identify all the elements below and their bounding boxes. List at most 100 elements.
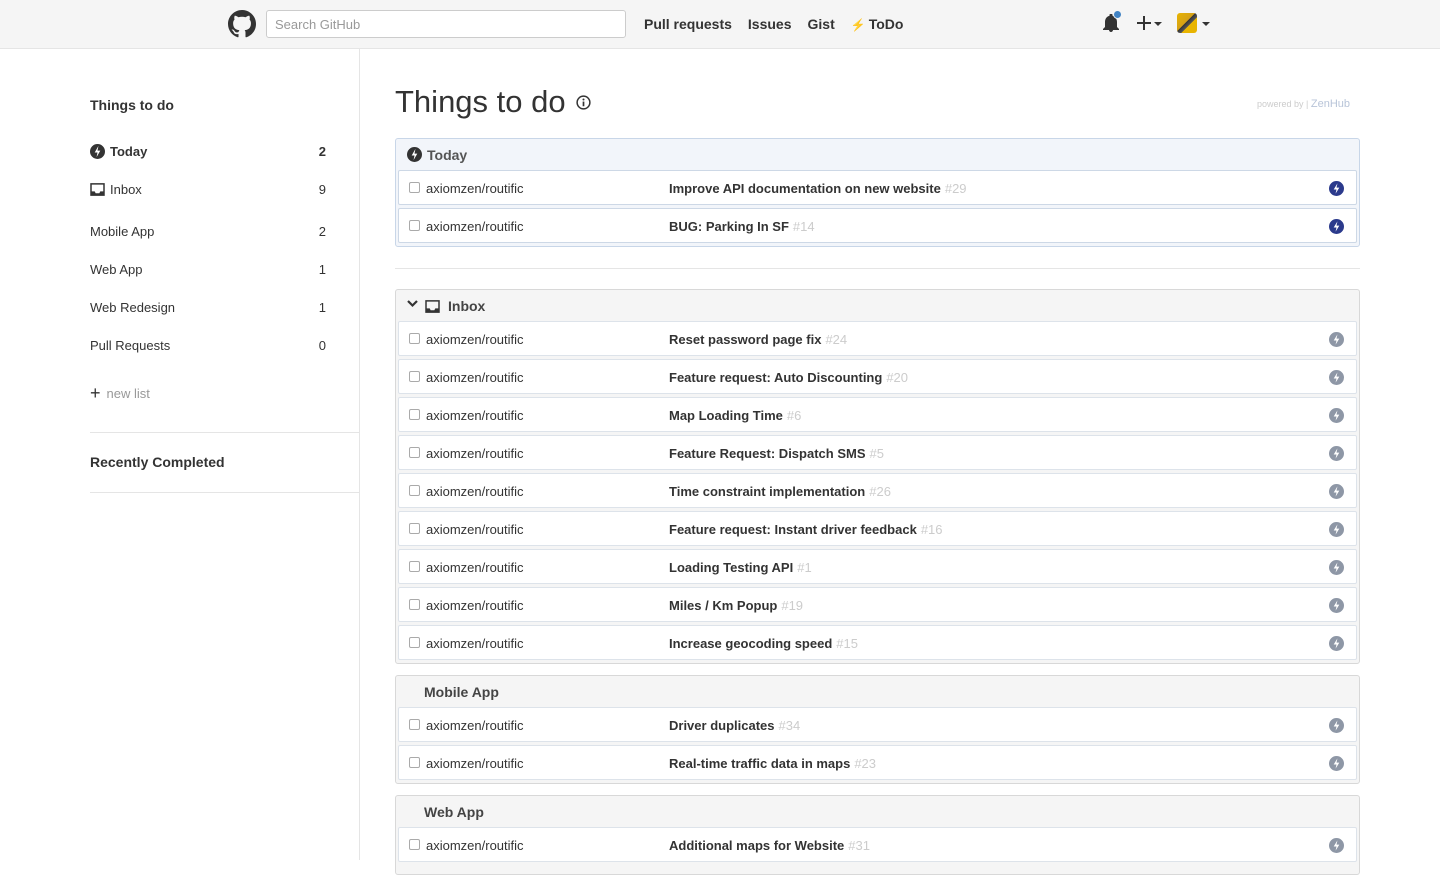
issue-title[interactable]: Map Loading Time #6: [669, 408, 801, 423]
issue-number: #23: [854, 756, 877, 771]
issue-repo[interactable]: axiomzen/routific: [426, 332, 524, 347]
schedule-today-icon[interactable]: [1329, 370, 1344, 385]
issue-title-text: Driver duplicates: [669, 718, 775, 733]
notifications-bell-icon[interactable]: [1103, 10, 1122, 34]
page-title: Things to do: [395, 84, 591, 120]
issue-checkbox[interactable]: [409, 447, 420, 458]
issue-title[interactable]: Time constraint implementation #26: [669, 484, 891, 499]
issue-title[interactable]: Feature request: Instant driver feedback…: [669, 522, 943, 537]
group-header: Web App: [396, 796, 1359, 827]
issue-repo[interactable]: axiomzen/routific: [426, 838, 524, 853]
schedule-today-icon[interactable]: [1329, 408, 1344, 423]
nav-gist[interactable]: Gist: [808, 15, 835, 34]
sidebar-item-mobile-app[interactable]: Mobile App 2: [90, 220, 326, 242]
plus-icon: +: [90, 383, 101, 403]
issue-row[interactable]: axiomzen/routific Feature request: Instan…: [398, 511, 1357, 546]
issue-checkbox[interactable]: [409, 719, 420, 730]
schedule-today-icon[interactable]: [1329, 446, 1344, 461]
sidebar-item-web-redesign[interactable]: Web Redesign 1: [90, 296, 326, 318]
issue-row[interactable]: axiomzen/routific Miles / Km Popup #19: [398, 587, 1357, 622]
issue-row[interactable]: axiomzen/routific BUG: Parking In SF #14: [398, 208, 1357, 243]
sidebar-item-inbox[interactable]: Inbox 9: [90, 178, 326, 200]
sidebar-item-label: Pull Requests: [90, 337, 171, 353]
schedule-today-icon[interactable]: [1329, 332, 1344, 347]
search-input[interactable]: [266, 10, 626, 38]
issue-repo[interactable]: axiomzen/routific: [426, 408, 524, 423]
schedule-today-icon[interactable]: [1329, 560, 1344, 575]
issue-row[interactable]: axiomzen/routific Improve API documentati…: [398, 170, 1357, 205]
issue-row[interactable]: axiomzen/routific Loading Testing API #1: [398, 549, 1357, 584]
issue-checkbox[interactable]: [409, 220, 420, 231]
issue-title[interactable]: Feature request: Auto Discounting #20: [669, 370, 908, 385]
issue-title[interactable]: BUG: Parking In SF #14: [669, 219, 815, 234]
issue-row[interactable]: axiomzen/routific Map Loading Time #6: [398, 397, 1357, 432]
sidebar-item-pull-requests[interactable]: Pull Requests 0: [90, 334, 326, 356]
issue-row[interactable]: axiomzen/routific Increase geocoding spee…: [398, 625, 1357, 660]
new-list-button[interactable]: + new list: [90, 383, 150, 403]
issue-title[interactable]: Driver duplicates #34: [669, 718, 800, 733]
issue-repo[interactable]: axiomzen/routific: [426, 598, 524, 613]
issue-checkbox[interactable]: [409, 637, 420, 648]
chevron-down-icon[interactable]: [407, 300, 418, 308]
issue-checkbox[interactable]: [409, 409, 420, 420]
sidebar-item-label: Web Redesign: [90, 299, 176, 315]
issue-repo[interactable]: axiomzen/routific: [426, 636, 524, 651]
issue-title[interactable]: Reset password page fix #24: [669, 332, 847, 347]
issue-title[interactable]: Real-time traffic data in maps #23: [669, 756, 876, 771]
issue-repo[interactable]: axiomzen/routific: [426, 756, 524, 771]
info-icon[interactable]: [575, 94, 591, 110]
sidebar-item-today[interactable]: Today 2: [90, 140, 326, 162]
issue-title[interactable]: Miles / Km Popup #19: [669, 598, 803, 613]
issue-repo[interactable]: axiomzen/routific: [426, 181, 524, 196]
today-icon: [90, 143, 105, 159]
schedule-today-icon[interactable]: [1329, 522, 1344, 537]
recently-completed-link[interactable]: Recently Completed: [90, 454, 225, 470]
issue-checkbox[interactable]: [409, 333, 420, 344]
issue-checkbox[interactable]: [409, 485, 420, 496]
issue-title[interactable]: Improve API documentation on new website…: [669, 181, 967, 196]
issue-title[interactable]: Loading Testing API #1: [669, 560, 812, 575]
nav-pull-requests[interactable]: Pull requests: [644, 15, 732, 34]
issue-row[interactable]: axiomzen/routific Real-time traffic data …: [398, 745, 1357, 780]
schedule-today-icon[interactable]: [1329, 219, 1344, 234]
issue-title[interactable]: Feature Request: Dispatch SMS #5: [669, 446, 884, 461]
schedule-today-icon[interactable]: [1329, 718, 1344, 733]
issue-checkbox[interactable]: [409, 182, 420, 193]
schedule-today-icon[interactable]: [1329, 598, 1344, 613]
schedule-today-icon[interactable]: [1329, 636, 1344, 651]
issue-checkbox[interactable]: [409, 371, 420, 382]
sidebar-item-web-app[interactable]: Web App 1: [90, 258, 326, 280]
issue-row[interactable]: axiomzen/routific Feature Request: Dispat…: [398, 435, 1357, 470]
schedule-today-icon[interactable]: [1329, 756, 1344, 771]
issue-row[interactable]: axiomzen/routific Reset password page fix…: [398, 321, 1357, 356]
issue-repo[interactable]: axiomzen/routific: [426, 484, 524, 499]
schedule-today-icon[interactable]: [1329, 181, 1344, 196]
issue-repo[interactable]: axiomzen/routific: [426, 718, 524, 733]
schedule-today-icon[interactable]: [1329, 484, 1344, 499]
issue-title[interactable]: Additional maps for Website #31: [669, 838, 870, 853]
user-avatar[interactable]: [1177, 13, 1197, 33]
github-logo-icon[interactable]: [228, 10, 256, 38]
issue-repo[interactable]: axiomzen/routific: [426, 522, 524, 537]
create-new-menu[interactable]: [1136, 12, 1162, 34]
issue-row[interactable]: axiomzen/routific Additional maps for Web…: [398, 827, 1357, 862]
page-title-text: Things to do: [395, 84, 566, 119]
issue-row[interactable]: axiomzen/routific Driver duplicates #34: [398, 707, 1357, 742]
issue-checkbox[interactable]: [409, 757, 420, 768]
issue-repo[interactable]: axiomzen/routific: [426, 370, 524, 385]
issue-checkbox[interactable]: [409, 599, 420, 610]
issue-repo[interactable]: axiomzen/routific: [426, 219, 524, 234]
issue-title[interactable]: Increase geocoding speed #15: [669, 636, 858, 651]
nav-todo[interactable]: ⚡ ToDo: [851, 15, 904, 34]
issue-row[interactable]: axiomzen/routific Time constraint impleme…: [398, 473, 1357, 508]
issue-repo[interactable]: axiomzen/routific: [426, 560, 524, 575]
issue-checkbox[interactable]: [409, 839, 420, 850]
zenhub-link[interactable]: ZenHub: [1311, 98, 1350, 110]
issue-checkbox[interactable]: [409, 561, 420, 572]
schedule-today-icon[interactable]: [1329, 838, 1344, 853]
issue-repo[interactable]: axiomzen/routific: [426, 446, 524, 461]
avatar-caret-icon[interactable]: [1202, 22, 1210, 26]
issue-row[interactable]: axiomzen/routific Feature request: Auto D…: [398, 359, 1357, 394]
issue-checkbox[interactable]: [409, 523, 420, 534]
nav-issues[interactable]: Issues: [748, 15, 792, 34]
